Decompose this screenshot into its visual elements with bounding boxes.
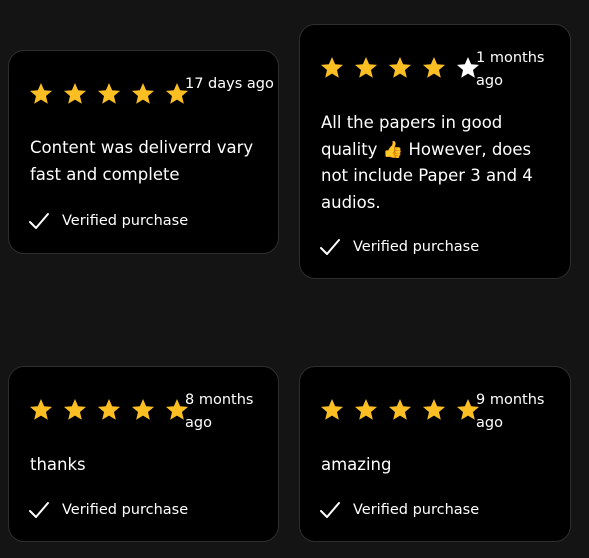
check-icon <box>29 213 49 229</box>
star-filled-icon <box>97 398 121 420</box>
star-filled-icon <box>354 398 378 420</box>
review-time: 9 months ago <box>476 392 545 431</box>
verified-label: Verified purchase <box>353 502 480 518</box>
star-filled-icon <box>131 82 155 104</box>
star-filled-icon <box>320 398 344 420</box>
rating-row: 17 days ago <box>28 73 274 119</box>
star-filled-icon <box>29 398 53 420</box>
review-card: 17 days ago Content was deliverrd vary f… <box>8 50 279 254</box>
verified-purchase: Verified purchase <box>28 210 188 232</box>
review-card: 9 months ago amazing Verified purchase <box>299 366 571 542</box>
review-text: amazing <box>321 455 392 474</box>
star-filled-icon <box>29 82 53 104</box>
star-filled-icon <box>388 398 412 420</box>
star-rating <box>28 397 190 423</box>
star-filled-icon <box>131 398 155 420</box>
verified-purchase: Verified purchase <box>319 499 479 521</box>
star-rating <box>319 55 481 81</box>
star-filled-icon <box>63 398 87 420</box>
review-text: thanks <box>30 455 86 474</box>
star-filled-icon <box>354 56 378 78</box>
check-icon <box>320 502 340 518</box>
rating-row: 8 months ago <box>28 389 270 435</box>
star-filled-icon <box>63 82 87 104</box>
review-time: 8 months ago <box>185 392 254 431</box>
star-filled-icon <box>320 56 344 78</box>
star-rating <box>28 81 190 107</box>
verified-purchase: Verified purchase <box>319 236 479 258</box>
rating-row: 1 months ago <box>319 47 562 93</box>
star-filled-icon <box>422 398 446 420</box>
verified-purchase: Verified purchase <box>28 499 188 521</box>
review-text: Content was deliverrd vary fast and comp… <box>30 138 254 184</box>
star-filled-icon <box>97 82 121 104</box>
verified-label: Verified purchase <box>353 239 480 255</box>
verified-label: Verified purchase <box>62 502 189 518</box>
review-text: All the papers in good quality 👍 However… <box>321 113 533 212</box>
check-icon <box>320 239 340 255</box>
star-filled-icon <box>422 56 446 78</box>
rating-row: 9 months ago <box>319 389 562 435</box>
star-rating <box>319 397 481 423</box>
verified-label: Verified purchase <box>62 213 189 229</box>
star-filled-icon <box>388 56 412 78</box>
review-time: 1 months ago <box>476 50 545 89</box>
check-icon <box>29 502 49 518</box>
review-card: 1 months ago All the papers in good qual… <box>299 24 571 279</box>
review-card: 8 months ago thanks Verified purchase <box>8 366 279 542</box>
review-time: 17 days ago <box>185 76 274 92</box>
